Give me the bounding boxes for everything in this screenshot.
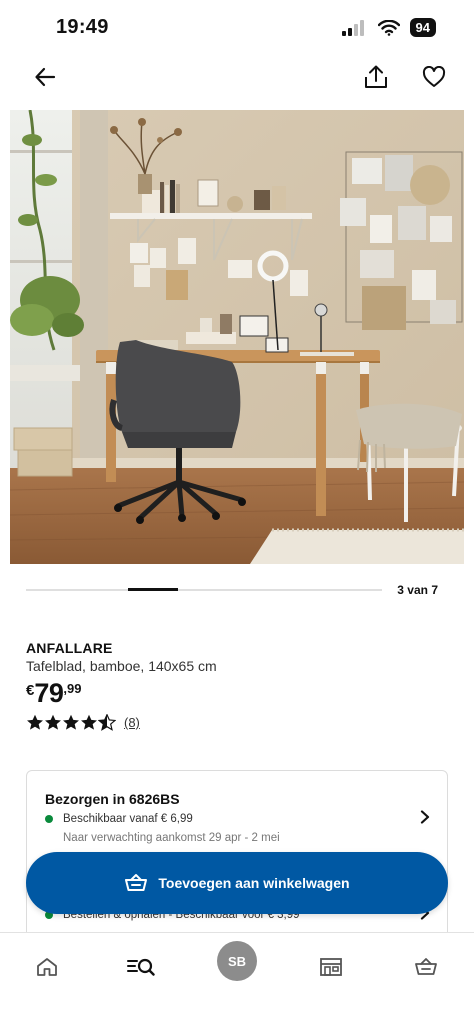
battery-indicator: 94 xyxy=(409,18,436,37)
carousel-track[interactable] xyxy=(26,588,382,591)
cart-icon xyxy=(125,874,148,891)
basket-icon xyxy=(415,958,437,975)
price-currency: € xyxy=(26,682,35,699)
delivery-availability: Beschikbaar vanaf € 6,99 xyxy=(45,813,193,825)
price-decimals: ,99 xyxy=(63,681,82,696)
signal-icon xyxy=(341,19,364,36)
delivery-details-button[interactable] xyxy=(415,807,435,827)
tab-store[interactable] xyxy=(311,947,351,987)
product-rating[interactable]: (8) xyxy=(26,714,140,731)
desk-scene-illustration xyxy=(10,110,464,564)
price-main: 79 xyxy=(34,678,64,708)
star-icon xyxy=(63,714,79,730)
star-icon xyxy=(81,714,97,730)
delivery-title: Bezorgen in 6826BS xyxy=(45,791,180,807)
wifi-icon xyxy=(377,19,400,36)
star-icon xyxy=(45,714,61,730)
product-image[interactable] xyxy=(10,110,464,564)
status-icons: 94 xyxy=(341,18,436,37)
share-icon xyxy=(365,65,387,88)
review-count-link[interactable]: (8) xyxy=(124,715,140,730)
star-half-icon xyxy=(98,714,116,731)
product-description: Tafelblad, bamboe, 140x65 cm xyxy=(26,658,217,674)
product-price: € 79 ,99 xyxy=(26,678,81,708)
delivery-availability-text: Beschikbaar vanaf € 6,99 xyxy=(63,813,193,825)
carousel-counter: 3 van 7 xyxy=(397,583,438,597)
status-bar: 19:49 94 xyxy=(0,0,474,56)
tab-home[interactable] xyxy=(27,947,67,987)
status-time: 19:49 xyxy=(56,16,109,38)
heart-icon xyxy=(422,66,446,87)
add-to-cart-button[interactable]: Toevoegen aan winkelwagen xyxy=(26,852,448,914)
home-icon xyxy=(37,958,57,976)
share-button[interactable] xyxy=(361,62,391,92)
delivery-eta: Naar verwachting aankomst 29 apr - 2 mei xyxy=(63,832,280,844)
back-button[interactable] xyxy=(30,62,60,92)
tab-search[interactable] xyxy=(121,947,161,987)
search-icon xyxy=(127,958,155,976)
image-carousel-indicator: 3 van 7 xyxy=(26,582,446,600)
add-to-cart-label: Toevoegen aan winkelwagen xyxy=(158,875,350,891)
chevron-right-icon xyxy=(420,810,430,824)
tab-profile-avatar[interactable]: SB xyxy=(217,941,257,981)
availability-dot xyxy=(45,815,53,823)
bottom-tab-bar: SB xyxy=(0,932,474,1024)
favorite-button[interactable] xyxy=(419,62,449,92)
top-navigation xyxy=(0,56,474,98)
carousel-position xyxy=(128,588,178,591)
store-icon xyxy=(320,958,342,976)
star-icon xyxy=(27,714,43,730)
product-name: ANFALLARE xyxy=(26,640,113,656)
tab-basket[interactable] xyxy=(406,947,446,987)
back-arrow-icon xyxy=(35,67,56,87)
